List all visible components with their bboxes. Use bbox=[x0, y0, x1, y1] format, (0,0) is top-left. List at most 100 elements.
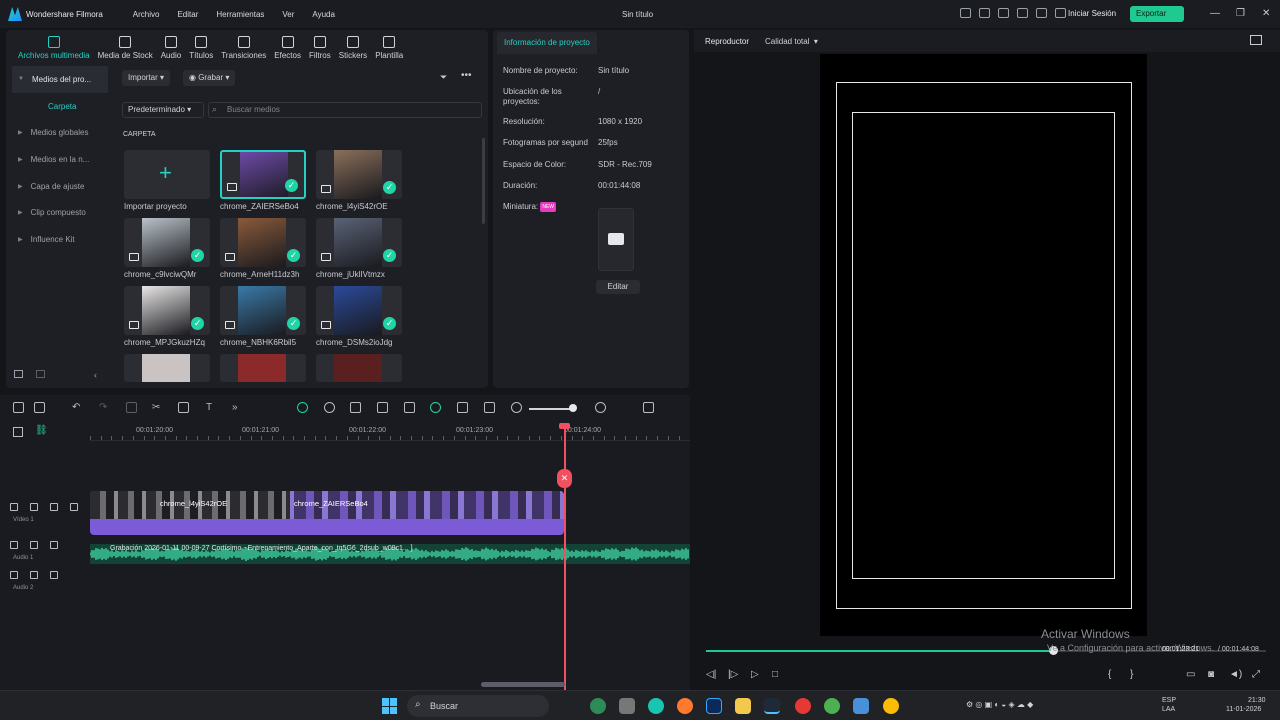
media-item[interactable] bbox=[316, 354, 402, 382]
filter-icon[interactable]: ⏷ bbox=[440, 72, 447, 83]
prev-frame-icon[interactable]: ◁| bbox=[706, 669, 716, 680]
app-icon[interactable] bbox=[619, 698, 635, 714]
headset-icon[interactable] bbox=[1036, 8, 1047, 18]
tab-plantilla[interactable]: Plantilla bbox=[371, 34, 407, 60]
audio-tool-icon[interactable] bbox=[178, 402, 189, 413]
photoshop-icon[interactable] bbox=[706, 698, 722, 714]
import-button[interactable]: Importar ▾ bbox=[122, 70, 171, 86]
menu-archivo[interactable]: Archivo bbox=[133, 10, 160, 19]
link-icon[interactable]: ⛓ bbox=[35, 425, 48, 436]
maximize-icon[interactable]: ❐ bbox=[1236, 8, 1245, 19]
more-icon[interactable]: ••• bbox=[461, 70, 472, 81]
lock-icon[interactable] bbox=[30, 571, 38, 579]
media-item[interactable] bbox=[124, 354, 210, 382]
select-tool-icon[interactable] bbox=[34, 402, 45, 413]
windows-start-icon[interactable] bbox=[382, 698, 398, 714]
import-project-tile[interactable]: + bbox=[124, 150, 210, 199]
chrome-icon[interactable] bbox=[795, 698, 811, 714]
time-ruler[interactable]: 00:01:20:00 00:01:21:00 00:01:22:00 00:0… bbox=[90, 425, 690, 441]
taskbar-search[interactable]: Buscar bbox=[407, 695, 549, 717]
pip-icon[interactable] bbox=[457, 402, 468, 413]
menu-editar[interactable]: Editar bbox=[177, 10, 198, 19]
language-indicator[interactable]: ESP LAA bbox=[1162, 696, 1176, 714]
tab-stickers[interactable]: Stickers bbox=[335, 34, 371, 60]
chrome-icon[interactable] bbox=[883, 698, 899, 714]
quality-select[interactable]: Calidad total ▾ bbox=[765, 37, 818, 46]
stop-icon[interactable]: □ bbox=[772, 669, 778, 680]
edit-button[interactable]: Editar bbox=[596, 280, 640, 294]
media-item[interactable]: ✓ bbox=[316, 286, 402, 335]
tab-archivos-multimedia[interactable]: Archivos multimedia bbox=[14, 34, 94, 60]
xbox-icon[interactable] bbox=[590, 698, 606, 714]
sidebar-item-clip-compuesto[interactable]: ▶ Clip compuesto bbox=[12, 199, 108, 226]
audio-clip[interactable]: Grabación 2026-01-11 00-09-27 Cortísimo … bbox=[90, 544, 690, 564]
media-item[interactable]: ✓ bbox=[124, 218, 210, 267]
sidebar-item-medios-nube[interactable]: ▶ Medios en la n... bbox=[12, 146, 108, 173]
zoom-out-icon[interactable] bbox=[511, 402, 522, 413]
tab-efectos[interactable]: Efectos bbox=[270, 34, 305, 60]
media-scrollbar[interactable] bbox=[482, 138, 485, 224]
filmora-taskbar-icon[interactable] bbox=[764, 698, 780, 714]
mute-icon[interactable] bbox=[50, 571, 58, 579]
playhead-marker[interactable] bbox=[559, 423, 570, 429]
mic-icon[interactable] bbox=[377, 402, 388, 413]
record-button[interactable]: ◉ Grabar ▾ bbox=[183, 70, 236, 86]
tab-transiciones[interactable]: Transiciones bbox=[217, 34, 270, 60]
media-item[interactable]: ✓ bbox=[220, 218, 306, 267]
undo-icon[interactable]: ↶ bbox=[72, 402, 83, 413]
sort-select[interactable]: Predeterminado ▾ bbox=[122, 102, 204, 118]
layout-icon[interactable] bbox=[960, 8, 971, 18]
tab-player[interactable]: Reproductor bbox=[705, 37, 749, 46]
layout-icon[interactable] bbox=[13, 402, 24, 413]
cut-icon[interactable]: ✂ bbox=[152, 402, 163, 413]
clip-icon[interactable] bbox=[404, 402, 415, 413]
play-icon[interactable]: ▷ bbox=[751, 669, 759, 680]
playhead[interactable] bbox=[564, 425, 566, 690]
add-track-icon[interactable] bbox=[13, 427, 23, 437]
app-icon[interactable] bbox=[853, 698, 869, 714]
mute-icon[interactable] bbox=[50, 503, 58, 511]
media-item[interactable]: ✓ bbox=[220, 150, 306, 199]
tray-icons[interactable]: ⚙ ◎ ▣ ◐ ◒ ◈ ☁ ◆ bbox=[966, 700, 1033, 709]
chrome-icon[interactable] bbox=[824, 698, 840, 714]
export-button[interactable]: Exportar bbox=[1130, 6, 1184, 22]
split-icon[interactable]: ✕ bbox=[557, 469, 572, 488]
menu-herramientas[interactable]: Herramientas bbox=[216, 10, 264, 19]
audio-track-icon[interactable] bbox=[10, 541, 18, 549]
media-item[interactable]: ✓ bbox=[316, 218, 402, 267]
ai-icon[interactable] bbox=[297, 402, 308, 413]
delete-icon[interactable] bbox=[126, 402, 137, 413]
text-tool-icon[interactable]: T bbox=[206, 402, 217, 413]
sidebar-item-medios-globales[interactable]: ▶ Medios globales bbox=[12, 119, 108, 146]
next-frame-icon[interactable]: |▷ bbox=[728, 669, 738, 680]
cloud-icon[interactable] bbox=[998, 8, 1009, 18]
save-icon[interactable] bbox=[979, 8, 990, 18]
app-icon[interactable] bbox=[648, 698, 664, 714]
mark-out-icon[interactable]: } bbox=[1130, 669, 1133, 680]
login-button[interactable]: Iniciar Sesión bbox=[1064, 6, 1120, 22]
minimize-icon[interactable]: — bbox=[1210, 8, 1220, 19]
screen-icon[interactable] bbox=[484, 402, 495, 413]
lock-icon[interactable] bbox=[30, 503, 38, 511]
zoom-knob[interactable] bbox=[569, 404, 577, 412]
tab-titulos[interactable]: Títulos bbox=[185, 34, 217, 60]
grid-icon[interactable] bbox=[643, 402, 654, 413]
settings-icon[interactable] bbox=[324, 402, 335, 413]
menu-ver[interactable]: Ver bbox=[282, 10, 294, 19]
zoom-in-icon[interactable] bbox=[595, 402, 606, 413]
tab-audio[interactable]: Audio bbox=[157, 34, 185, 60]
collapse-icon[interactable]: ‹ bbox=[94, 370, 97, 380]
render-icon[interactable] bbox=[430, 402, 441, 413]
fullscreen-icon[interactable]: ⤢ bbox=[1252, 669, 1260, 680]
media-item[interactable]: ✓ bbox=[124, 286, 210, 335]
mute-icon[interactable] bbox=[50, 541, 58, 549]
firefox-icon[interactable] bbox=[677, 698, 693, 714]
video-clip[interactable]: chrome_l4yiS42rOE chrome_ZAIERSeBo4 bbox=[90, 491, 564, 535]
volume-icon[interactable]: ◄) bbox=[1229, 669, 1242, 680]
video-track-icon[interactable] bbox=[10, 503, 18, 511]
display-icon[interactable]: ▭ bbox=[1186, 669, 1195, 680]
lock-icon[interactable] bbox=[30, 541, 38, 549]
sidebar-item-medios-proyecto[interactable]: ▼ Medios del pro... bbox=[12, 66, 108, 93]
info-icon[interactable] bbox=[1017, 8, 1028, 18]
audio-track-icon[interactable] bbox=[10, 571, 18, 579]
